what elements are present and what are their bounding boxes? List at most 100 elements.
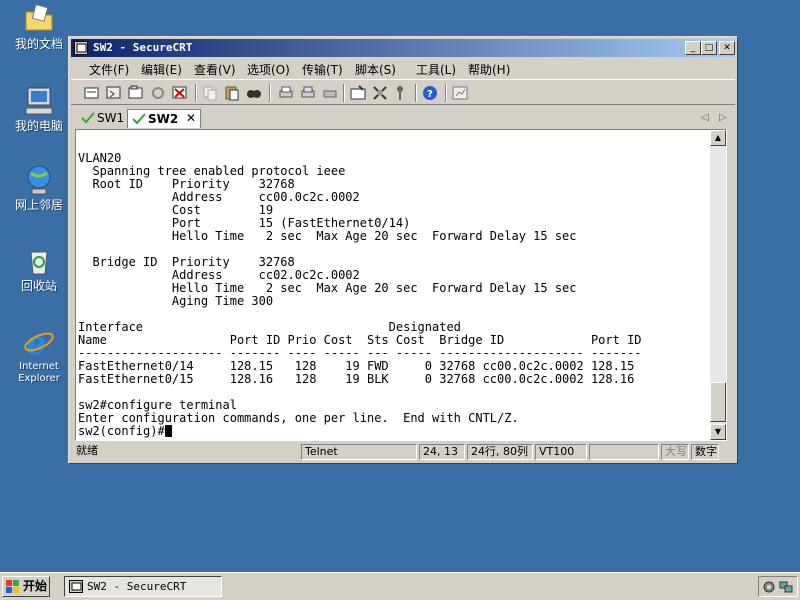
toolbar-separator bbox=[415, 84, 417, 102]
terminal-line: Aging Time 300 bbox=[78, 294, 274, 308]
print-icon[interactable] bbox=[277, 84, 295, 102]
taskbar-item-securecrt[interactable]: SW2 - SecureCRT bbox=[64, 576, 222, 597]
session-options-icon[interactable] bbox=[349, 84, 367, 102]
menu-tools[interactable]: 工具(L) bbox=[416, 61, 456, 78]
connect-in-tab-icon[interactable] bbox=[127, 84, 145, 102]
desktop-icon-recycle-bin[interactable]: 回收站 bbox=[0, 244, 78, 293]
terminal-line: Address cc00.0c2c.0002 bbox=[78, 190, 360, 204]
print-selection-icon[interactable] bbox=[299, 84, 317, 102]
session-tab-bar: SW1 SW2 ✕ ◁ ▷ bbox=[71, 107, 735, 129]
terminal-line: Bridge ID Priority 32768 bbox=[78, 255, 295, 269]
desktop-icon-internet-explorer[interactable]: e Internet Explorer bbox=[0, 324, 78, 385]
terminal-scrollbar[interactable]: ▲ ▼ bbox=[710, 130, 726, 440]
internet-explorer-icon: e bbox=[22, 324, 56, 362]
toolbar-separator bbox=[445, 84, 447, 102]
terminal-line: Enter configuration commands, one per li… bbox=[78, 411, 519, 425]
toolbar-separator bbox=[343, 84, 345, 102]
menu-help[interactable]: 帮助(H) bbox=[468, 61, 510, 78]
terminal-line: Cost 19 bbox=[78, 203, 274, 217]
status-num-lock: 数字 bbox=[691, 444, 719, 460]
status-ready: 就绪 bbox=[76, 444, 98, 457]
tray-gear-icon[interactable] bbox=[762, 580, 776, 594]
find-icon[interactable] bbox=[245, 84, 263, 102]
folder-icon bbox=[22, 2, 56, 36]
scroll-up-icon[interactable]: ▲ bbox=[710, 130, 726, 146]
maximize-button[interactable]: □ bbox=[701, 41, 717, 55]
menu-edit[interactable]: 编辑(E) bbox=[141, 61, 182, 78]
terminal-line: VLAN20 bbox=[78, 151, 122, 165]
connect-icon[interactable] bbox=[83, 84, 101, 102]
terminal-line: FastEthernet0/15 128.16 128 19 BLK 0 327… bbox=[78, 372, 635, 386]
taskbar: 开始 SW2 - SecureCRT bbox=[0, 572, 800, 600]
status-bar: 就绪 Telnet 24, 13 24行, 80列 VT100 大写 数字 bbox=[71, 443, 735, 461]
menu-options[interactable]: 选项(O) bbox=[247, 61, 290, 78]
paste-icon[interactable] bbox=[223, 84, 241, 102]
desktop-icon-label: 我的电脑 bbox=[14, 119, 63, 133]
disconnect-icon[interactable] bbox=[171, 84, 189, 102]
toolbar-separator bbox=[269, 84, 271, 102]
title-bar[interactable]: SW2 - SecureCRT _ □ ✕ bbox=[71, 39, 735, 57]
desktop-icon-my-documents[interactable]: 我的文档 bbox=[0, 2, 78, 51]
desktop-icon-network-places[interactable]: 网上邻居 bbox=[0, 163, 78, 212]
connected-check-icon bbox=[81, 112, 95, 124]
minimize-button[interactable]: _ bbox=[685, 41, 701, 55]
status-terminal-size: 24行, 80列 bbox=[467, 444, 533, 460]
status-caps-lock: 大写 bbox=[661, 444, 689, 460]
terminal-line: Name Port ID Prio Cost Sts Cost Bridge I… bbox=[78, 333, 642, 347]
desktop-icon-label: 我的文档 bbox=[14, 37, 63, 51]
svg-text:?: ? bbox=[427, 89, 433, 100]
recycle-bin-icon bbox=[22, 244, 56, 278]
terminal-line: sw2(config)# bbox=[78, 424, 165, 438]
key-map-icon[interactable] bbox=[391, 84, 409, 102]
taskbar-item-label: SW2 - SecureCRT bbox=[87, 580, 187, 593]
terminal-line: Interface Designated bbox=[78, 320, 461, 334]
toolbar: ? bbox=[71, 79, 735, 105]
terminal-line: -------------------- ------- ---- ----- … bbox=[78, 346, 642, 360]
tab-sw2[interactable]: SW2 ✕ bbox=[127, 109, 201, 128]
close-button[interactable]: ✕ bbox=[719, 41, 735, 55]
global-options-icon[interactable] bbox=[371, 84, 389, 102]
securecrt-window: SW2 - SecureCRT _ □ ✕ 文件(F) 编辑(E) 查看(V) … bbox=[68, 36, 738, 464]
terminal-line: Spanning tree enabled protocol ieee bbox=[78, 164, 346, 178]
connected-check-icon bbox=[132, 113, 146, 125]
windows-logo-icon bbox=[6, 580, 20, 593]
tab-sw1[interactable]: SW1 bbox=[77, 109, 125, 128]
desktop-icon-label: Internet Explorer bbox=[18, 361, 60, 384]
tab-close-icon[interactable]: ✕ bbox=[186, 111, 196, 125]
securecrt-app-icon bbox=[74, 41, 88, 55]
desktop-icon-my-computer[interactable]: 我的电脑 bbox=[0, 84, 78, 133]
copy-icon[interactable] bbox=[201, 84, 219, 102]
reconnect-icon[interactable] bbox=[149, 84, 167, 102]
status-window-icon[interactable] bbox=[451, 84, 469, 102]
help-icon[interactable]: ? bbox=[421, 84, 439, 102]
desktop-icon-label: 回收站 bbox=[20, 279, 57, 293]
window-title: SW2 - SecureCRT bbox=[93, 41, 193, 54]
menu-file[interactable]: 文件(F) bbox=[89, 61, 129, 78]
securecrt-app-icon bbox=[69, 580, 83, 593]
printer-icon[interactable] bbox=[321, 84, 339, 102]
scroll-thumb[interactable] bbox=[710, 382, 726, 422]
scroll-down-icon[interactable]: ▼ bbox=[710, 424, 726, 440]
menu-transfer[interactable]: 传输(T) bbox=[302, 61, 343, 78]
terminal-line: sw2#configure terminal bbox=[78, 398, 237, 412]
status-blank bbox=[589, 444, 659, 460]
menu-view[interactable]: 查看(V) bbox=[194, 61, 236, 78]
status-protocol: Telnet bbox=[301, 444, 417, 460]
status-emulation: VT100 bbox=[535, 444, 587, 460]
tab-label: SW1 bbox=[97, 111, 125, 125]
terminal-cursor bbox=[164, 425, 172, 437]
start-button[interactable]: 开始 bbox=[2, 576, 50, 597]
tab-scroll-right-icon[interactable]: ▷ bbox=[719, 112, 727, 123]
quick-connect-icon[interactable] bbox=[105, 84, 123, 102]
terminal-area[interactable]: VLAN20 Spanning tree enabled protocol ie… bbox=[75, 129, 727, 441]
computer-icon bbox=[22, 84, 56, 118]
status-cursor-position: 24, 13 bbox=[419, 444, 465, 460]
menu-script[interactable]: 脚本(S) bbox=[355, 61, 396, 78]
terminal-line: Port 15 (FastEthernet0/14) bbox=[78, 216, 411, 230]
tab-scroll-left-icon[interactable]: ◁ bbox=[701, 112, 709, 123]
terminal-output: VLAN20 Spanning tree enabled protocol ie… bbox=[78, 152, 642, 438]
system-tray bbox=[758, 576, 798, 597]
terminal-line: Hello Time 2 sec Max Age 20 sec Forward … bbox=[78, 229, 577, 243]
terminal-line: FastEthernet0/14 128.15 128 19 FWD 0 327… bbox=[78, 359, 635, 373]
tray-network-icon[interactable] bbox=[779, 580, 793, 594]
